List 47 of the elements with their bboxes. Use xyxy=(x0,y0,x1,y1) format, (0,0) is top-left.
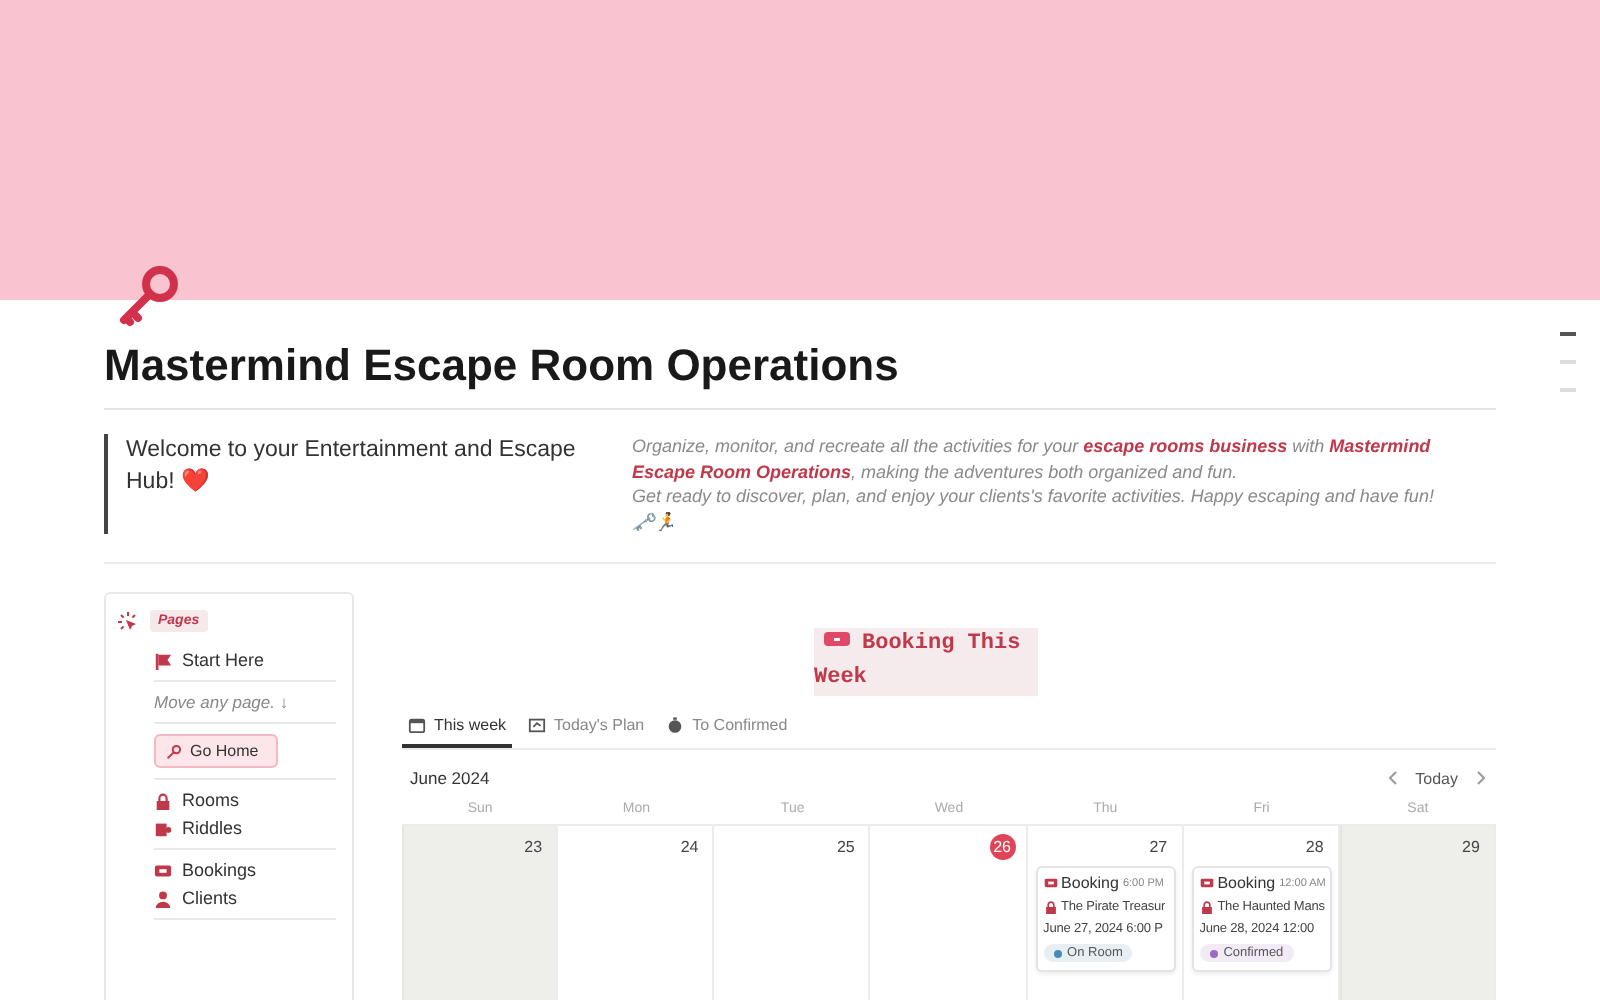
welcome-quote: Welcome to your Entertainment and Escape Hub! ❤ xyxy=(104,434,576,534)
person-icon xyxy=(154,889,172,907)
intro-text: Organize, monitor, and recreate all the activities for your escape rooms business with Mastermind Escape Room Operations, making the adventures both organized and fun. xyxy=(632,434,1433,484)
board-icon xyxy=(528,716,547,734)
page-link[interactable]: Start Here xyxy=(154,650,336,670)
card-title: Booking xyxy=(1217,874,1276,892)
sparkle-cursor-icon xyxy=(118,611,138,631)
day-number: 23 xyxy=(522,836,545,860)
key-icon xyxy=(166,743,182,759)
flag-icon xyxy=(154,651,172,669)
card-title: Booking xyxy=(1061,874,1119,892)
day-number: 25 xyxy=(834,836,857,860)
ticket-icon xyxy=(1199,876,1214,890)
page-link[interactable]: Clients xyxy=(154,888,336,908)
intro-text: 🗝🏃 xyxy=(632,509,678,534)
view-tab[interactable]: To Confirmed xyxy=(660,708,794,748)
stopwatch-icon xyxy=(666,716,685,734)
ticket-icon xyxy=(824,630,850,648)
page-link[interactable]: Bookings xyxy=(154,860,336,880)
padlock-icon xyxy=(1043,900,1058,914)
day-number: 27 xyxy=(1147,836,1170,860)
page-link[interactable]: Rooms xyxy=(154,790,336,810)
view-tab[interactable]: This week xyxy=(402,708,513,748)
intro-text: Get ready to discover, plan, and enjoy your clients's favorite activities. Happy escaping and have fun! xyxy=(632,484,1436,509)
page-title: Mastermind Escape Room Operations xyxy=(104,340,1496,410)
go-home-button[interactable]: Go Home xyxy=(154,734,278,768)
section-heading: Booking This Week xyxy=(814,628,1038,696)
day-number: 24 xyxy=(678,836,701,860)
month-label: June 2024 xyxy=(410,768,490,788)
calendar-icon xyxy=(408,716,426,734)
day-cell[interactable]: 29 xyxy=(1339,826,1496,1000)
view-tab[interactable]: Today's Plan xyxy=(522,708,651,748)
day-number: 28 xyxy=(1303,836,1326,860)
day-number: 26 xyxy=(989,834,1016,860)
hint-text: Move any page. ↓ xyxy=(154,692,291,712)
day-number: 29 xyxy=(1460,836,1482,860)
puzzle-icon xyxy=(154,819,172,837)
padlock-icon xyxy=(1199,900,1214,914)
padlock-icon xyxy=(154,791,172,809)
today-button[interactable]: Today xyxy=(1415,769,1458,787)
ticket-icon xyxy=(1043,876,1058,890)
key-icon xyxy=(116,264,180,328)
page-link[interactable]: Riddles xyxy=(154,818,336,838)
previous-icon[interactable] xyxy=(1385,770,1398,786)
next-icon[interactable] xyxy=(1476,770,1488,786)
ticket-icon xyxy=(154,861,172,879)
day-cell[interactable]: 23 xyxy=(402,826,559,1000)
